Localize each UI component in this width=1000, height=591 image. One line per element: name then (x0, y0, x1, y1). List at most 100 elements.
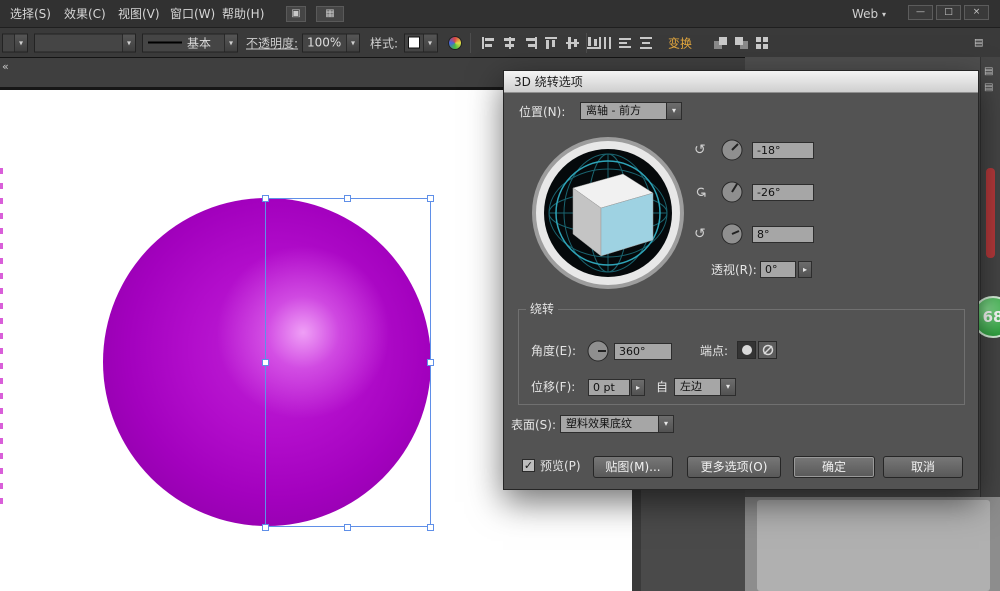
recolor-artwork-icon[interactable] (448, 36, 462, 50)
cancel-button[interactable]: 取消 (883, 456, 963, 478)
perspective-slider-icon[interactable]: ▸ (798, 261, 812, 278)
caret-down-icon: ▾ (14, 34, 27, 51)
track-cube-preview[interactable] (531, 136, 685, 290)
rotate-x-dial[interactable] (720, 138, 744, 162)
rotate-y-icon: ↺ (691, 186, 709, 198)
selection-handle[interactable] (262, 359, 269, 366)
distribute-horizontal-icon[interactable] (596, 35, 613, 51)
panel-icon-bottom[interactable]: ▤ (984, 82, 993, 93)
selection-bounding-box (265, 198, 431, 527)
selection-handle[interactable] (262, 524, 269, 531)
align-top-icon[interactable] (543, 35, 560, 51)
align-left-icon[interactable] (480, 35, 497, 51)
position-dropdown[interactable]: 离轴 - 前方 ▾ (580, 102, 682, 120)
angle-field[interactable]: 360° (614, 343, 672, 360)
badge-value: 68 (983, 308, 1000, 326)
caret-down-icon: ▾ (122, 34, 135, 51)
stroke-profile-combo[interactable]: ▾ (34, 33, 136, 52)
selection-handle[interactable] (427, 195, 434, 202)
edge-dropdown[interactable]: 左边 ▾ (674, 378, 736, 396)
selection-handle[interactable] (262, 195, 269, 202)
revolve-section-title: 绕转 (526, 300, 558, 317)
caret-down-icon: ▾ (224, 34, 237, 51)
bring-forward-icon[interactable] (712, 35, 729, 51)
rotate-x-field[interactable]: -18° (752, 142, 814, 159)
transform-label[interactable]: 变换 (668, 34, 692, 51)
group-objects-icon[interactable] (754, 35, 771, 51)
restore-button[interactable]: □ (936, 5, 961, 20)
distribute-spacing-icon[interactable] (638, 35, 655, 51)
opacity-label[interactable]: 不透明度: (246, 34, 298, 51)
preview-label: 预览(P) (540, 457, 581, 475)
selection-handle[interactable] (344, 195, 351, 202)
minimize-button[interactable]: — (908, 5, 933, 20)
menu-help[interactable]: 帮助(H) (216, 0, 270, 28)
selection-handle[interactable] (344, 524, 351, 531)
position-label: 位置(N): (519, 103, 565, 121)
caret-down-icon: ▾ (658, 416, 673, 432)
bottom-panel-dark (632, 490, 745, 591)
arrange-group (712, 35, 771, 51)
align-group (480, 35, 602, 51)
arrange-documents-icon[interactable]: ▦ (316, 6, 344, 22)
rotate-z-field[interactable]: 8° (752, 226, 814, 243)
rotate-z-dial[interactable] (720, 222, 744, 246)
style-label: 样式: (370, 34, 398, 51)
caret-down-icon: ▾ (346, 34, 359, 51)
selection-handle[interactable] (427, 524, 434, 531)
distribute-vertical-icon[interactable] (617, 35, 634, 51)
style-swatch (408, 37, 420, 49)
menu-window[interactable]: 窗口(W) (164, 0, 221, 28)
stroke-style-combo[interactable]: 基本 ▾ (142, 33, 238, 52)
bottom-panel-divider (632, 490, 641, 591)
send-backward-icon[interactable] (733, 35, 750, 51)
rotate-y-dial[interactable] (720, 180, 744, 204)
menu-select[interactable]: 选择(S) (4, 0, 57, 28)
opacity-combo[interactable]: 100% ▾ (302, 33, 360, 52)
rotate-x-icon: ↺ (694, 141, 706, 159)
separator (470, 33, 471, 53)
collapse-left-icon[interactable]: « (2, 61, 9, 73)
control-panel-menu-icon[interactable]: ▤ (974, 37, 983, 48)
selection-handle[interactable] (427, 359, 434, 366)
menu-view[interactable]: 视图(V) (112, 0, 166, 28)
menu-bar: 选择(S) 效果(C) 视图(V) 窗口(W) 帮助(H) ▣ ▦ Web ▾ … (0, 0, 1000, 28)
style-swatch-combo[interactable]: ▾ (404, 33, 438, 52)
artboard-guide-dashes (0, 168, 3, 508)
caret-down-icon: ▾ (720, 379, 735, 395)
angle-label: 角度(E): (531, 342, 576, 360)
caret-down-icon: ▾ (666, 103, 681, 119)
edge-value: 左边 (675, 379, 720, 395)
panel-icon-top[interactable]: ▤ (984, 66, 993, 77)
surface-dropdown[interactable]: 塑料效果底纹 ▾ (560, 415, 674, 433)
cap-hollow-button[interactable] (758, 341, 777, 359)
ok-button[interactable]: 确定 (793, 456, 875, 478)
workspace-caret-icon: ▾ (882, 10, 886, 19)
dialog-body: 位置(N): 离轴 - 前方 ▾ (504, 93, 978, 489)
align-center-horizontal-icon[interactable] (501, 35, 518, 51)
surface-value: 塑料效果底纹 (561, 416, 658, 432)
more-options-button[interactable]: 更多选项(O) (687, 456, 781, 478)
stroke-preset-label: 基本 (187, 34, 224, 51)
rotate-y-field[interactable]: -26° (752, 184, 814, 201)
angle-dial[interactable] (586, 339, 610, 363)
menu-effect[interactable]: 效果(C) (58, 0, 112, 28)
offset-label: 位移(F): (531, 378, 575, 396)
align-middle-vertical-icon[interactable] (564, 35, 581, 51)
offset-field[interactable]: 0 pt (588, 379, 630, 396)
workspace-switcher[interactable]: Web (852, 7, 878, 21)
document-icon[interactable]: ▣ (286, 6, 306, 22)
perspective-label: 透视(R): (711, 261, 757, 279)
cap-solid-button[interactable] (737, 341, 756, 359)
align-right-icon[interactable] (522, 35, 539, 51)
fill-color-combo[interactable]: ▾ (2, 33, 28, 52)
perspective-field[interactable]: 0° (760, 261, 796, 278)
map-art-button[interactable]: 贴图(M)... (593, 456, 673, 478)
close-button[interactable]: × (964, 5, 989, 20)
preview-checkbox[interactable]: ✓ (522, 459, 535, 472)
offset-slider-icon[interactable]: ▸ (631, 379, 645, 396)
illustrator-window: 选择(S) 效果(C) 视图(V) 窗口(W) 帮助(H) ▣ ▦ Web ▾ … (0, 0, 1000, 591)
stroke-line-icon (148, 42, 182, 44)
separator (586, 33, 587, 53)
dialog-title: 3D 绕转选项 (504, 71, 978, 93)
